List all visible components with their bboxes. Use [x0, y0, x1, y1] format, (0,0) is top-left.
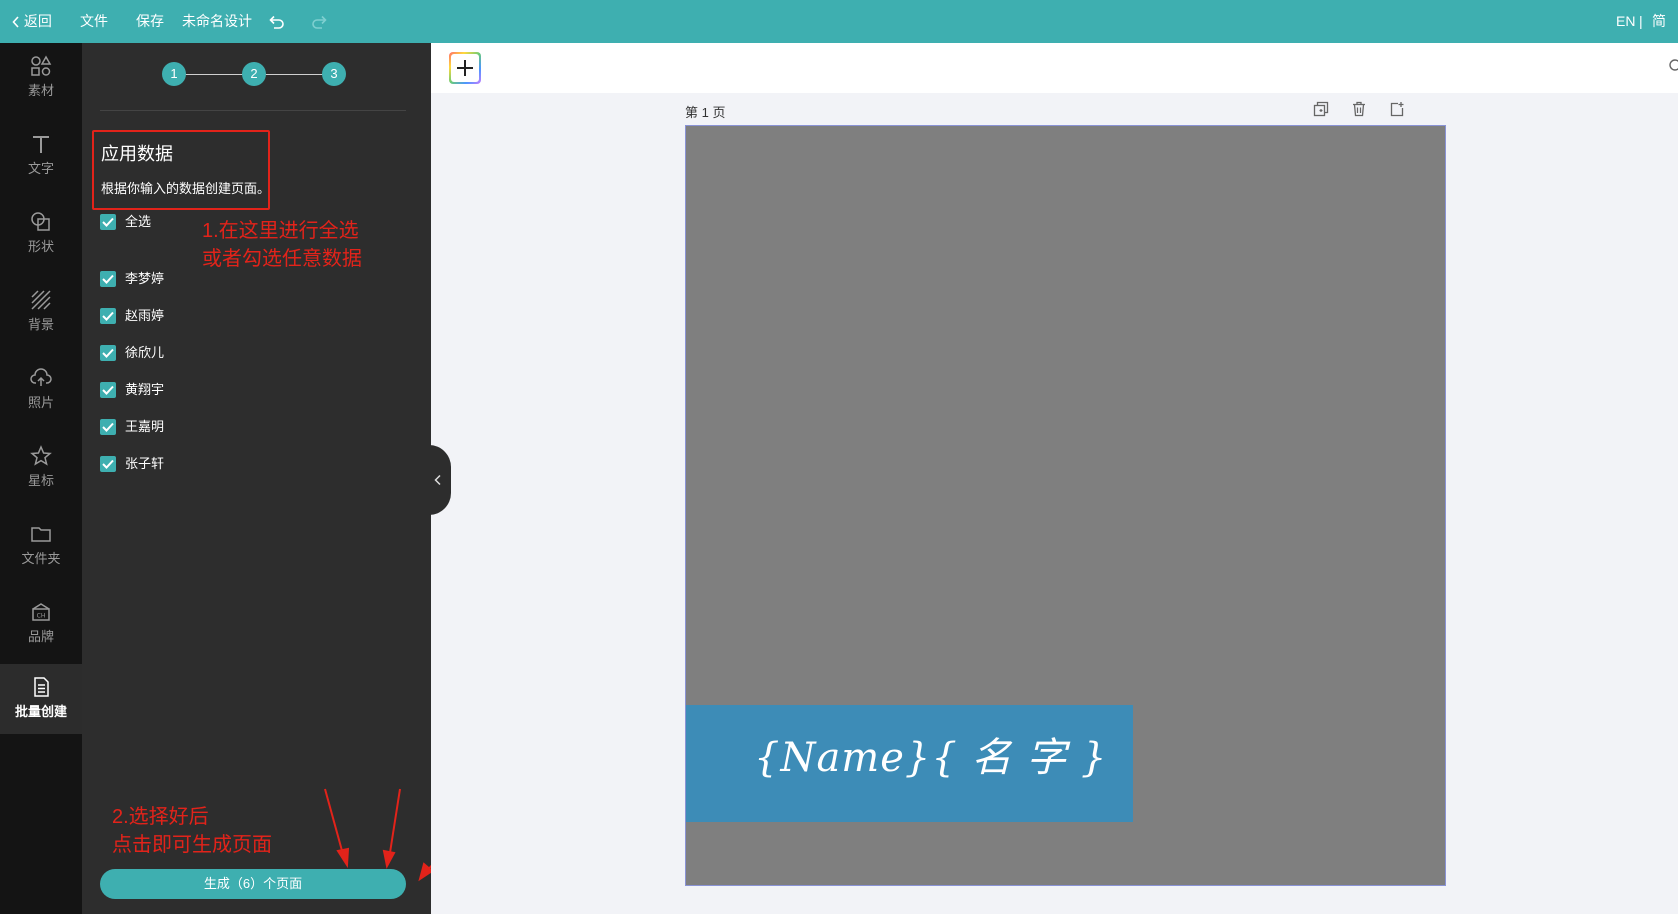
delete-page-icon[interactable] — [1351, 101, 1367, 117]
rail-label: 批量创建 — [14, 704, 67, 719]
rail-label: 背景 — [27, 317, 54, 332]
left-rail: 素材 文字 形状 背景 照片 星标 文件夹 CH 品牌 批量创建 — [0, 43, 82, 914]
redo-icon — [312, 16, 327, 30]
rail-label: 照片 — [27, 395, 54, 410]
text-icon — [33, 136, 49, 153]
back-label: 返回 — [23, 13, 52, 29]
rail-label: 素材 — [27, 83, 54, 98]
batch-create-icon — [34, 677, 49, 697]
rail-item-background[interactable]: 背景 — [0, 277, 82, 347]
upload-photo-icon — [30, 368, 52, 386]
redo-button[interactable] — [310, 0, 328, 43]
zoom-icon[interactable] — [1668, 58, 1678, 72]
rail-item-text[interactable]: 文字 — [0, 121, 82, 191]
rail-item-materials[interactable]: 素材 — [0, 43, 82, 113]
chevron-left-icon — [434, 474, 441, 486]
language-simplified[interactable]: 简 — [1652, 0, 1666, 43]
rail-item-shape[interactable]: 形状 — [0, 199, 82, 269]
rail-label: 形状 — [27, 239, 54, 254]
language-separator: | — [1639, 13, 1643, 29]
star-icon — [30, 445, 52, 466]
collapse-panel-handle[interactable] — [429, 445, 451, 515]
rail-label: 星标 — [27, 473, 54, 488]
language-en[interactable]: EN — [1616, 0, 1635, 43]
rail-item-star[interactable]: 星标 — [0, 433, 82, 503]
plus-icon — [457, 60, 473, 76]
folder-icon — [31, 527, 51, 542]
shapes-icon — [31, 55, 52, 76]
name-text-banner[interactable]: {Name}{ 名 字 } — [686, 705, 1133, 822]
rail-label: 文件夹 — [21, 551, 61, 566]
batch-create-panel: 1 2 3 应用数据 根据你输入的数据创建页面。 全选 李梦婷 赵雨婷 徐欣儿 … — [82, 43, 431, 914]
top-bar: 返回 文件 保存 未命名设计 EN | 简 — [0, 0, 1678, 43]
canvas-toolbar — [431, 43, 1678, 93]
undo-icon — [269, 16, 284, 30]
rail-label: 文字 — [27, 161, 54, 176]
shape-icon — [31, 212, 50, 231]
rail-item-brand[interactable]: CH 品牌 — [0, 589, 82, 659]
duplicate-page-icon[interactable] — [1313, 101, 1329, 117]
add-page-icon[interactable] — [1389, 101, 1405, 117]
name-placeholder-text[interactable]: {Name}{ 名 字 } — [754, 725, 1107, 783]
page-label: 第 1 页 — [685, 105, 726, 120]
rail-item-batch-create[interactable]: 批量创建 — [0, 664, 82, 734]
back-button[interactable]: 返回 — [12, 0, 52, 43]
background-icon — [31, 290, 51, 310]
design-title[interactable]: 未命名设计 — [182, 0, 252, 43]
generate-pages-button[interactable]: 生成（6）个页面 — [100, 869, 406, 899]
brand-icon: CH — [32, 603, 50, 621]
chevron-left-icon — [12, 16, 19, 28]
svg-text:CH: CH — [37, 613, 46, 620]
file-menu[interactable]: 文件 — [80, 0, 108, 43]
add-element-button[interactable] — [449, 52, 481, 84]
annotation-arrows — [324, 788, 431, 882]
rail-item-photo[interactable]: 照片 — [0, 355, 82, 425]
save-button[interactable]: 保存 — [136, 0, 164, 43]
undo-button[interactable] — [268, 0, 286, 43]
rail-label: 品牌 — [27, 629, 54, 644]
rail-item-folder[interactable]: 文件夹 — [0, 511, 82, 581]
